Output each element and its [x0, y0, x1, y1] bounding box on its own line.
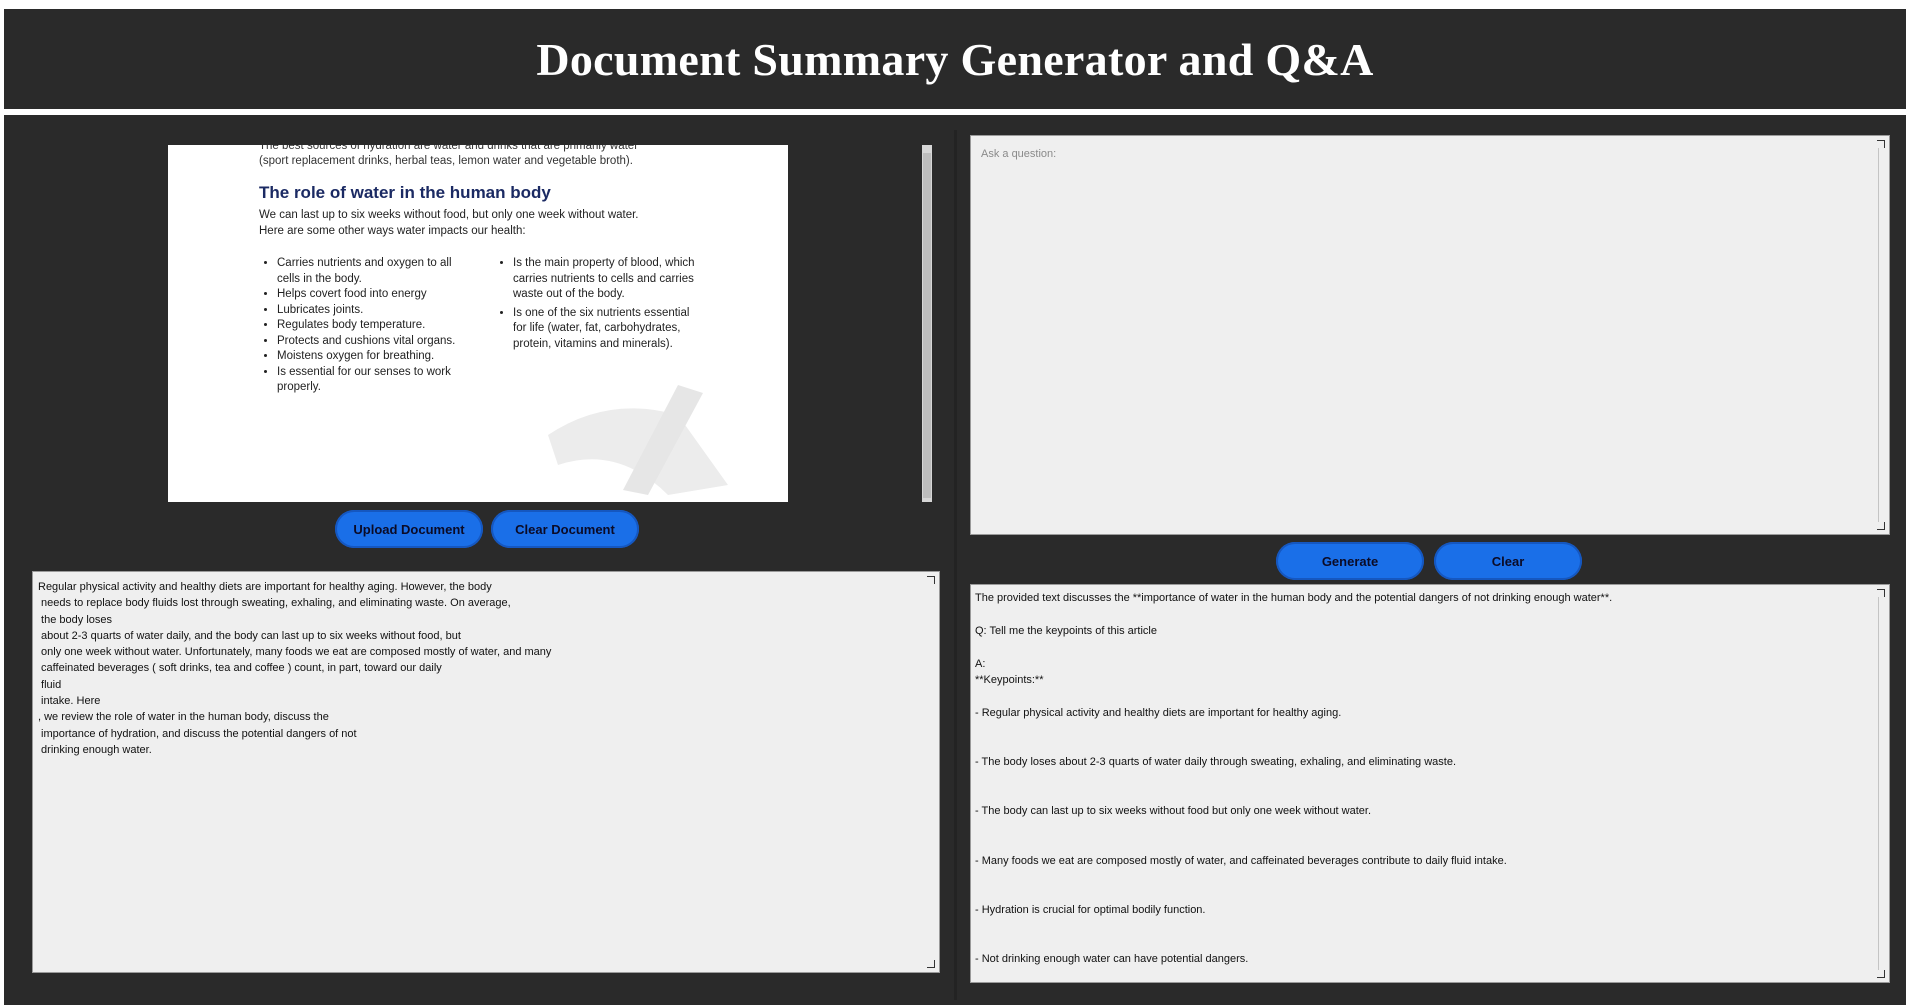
document-bullet-list-left: Carries nutrients and oxygen to all cell…: [259, 256, 467, 396]
bullet-item: Helps covert food into energy: [277, 287, 467, 303]
scroll-down-icon[interactable]: [927, 960, 935, 968]
document-cut-line: (sport replacement drinks, herbal teas, …: [259, 155, 633, 167]
document-viewer[interactable]: The best sources of hydration are water …: [168, 145, 788, 502]
clear-document-button[interactable]: Clear Document: [491, 510, 639, 548]
document-cut-line: The best sources of hydration are water …: [259, 145, 639, 152]
scroll-up-icon[interactable]: [1877, 140, 1885, 148]
bullet-item: Is one of the six nutrients essential fo…: [513, 306, 703, 353]
bullet-item: Protects and cushions vital organs.: [277, 334, 467, 350]
document-scrollbar[interactable]: [922, 145, 932, 502]
answer-output[interactable]: The provided text discusses the **import…: [970, 584, 1890, 983]
app-header: Document Summary Generator and Q&A: [4, 9, 1906, 109]
document-heading: The role of water in the human body: [259, 183, 551, 202]
app-title: Document Summary Generator and Q&A: [536, 33, 1374, 85]
scroll-up-icon[interactable]: [1877, 589, 1885, 597]
panel-divider: [954, 130, 957, 1000]
document-intro-line: We can last up to six weeks without food…: [259, 209, 639, 221]
clear-button[interactable]: Clear: [1434, 542, 1582, 580]
scroll-down-icon[interactable]: [1877, 970, 1885, 978]
document-intro-line: Here are some other ways water impacts o…: [259, 225, 526, 237]
scroll-down-icon[interactable]: [1877, 522, 1885, 530]
bullet-item: Regulates body temperature.: [277, 318, 467, 334]
question-scroll-track[interactable]: [1878, 148, 1879, 522]
bullet-item: Is essential for our senses to work prop…: [277, 365, 467, 396]
summary-text: Regular physical activity and healthy di…: [38, 581, 552, 756]
bullet-item: Lubricates joints.: [277, 303, 467, 319]
bullet-item: Carries nutrients and oxygen to all cell…: [277, 256, 467, 287]
watermark-graphic: [548, 385, 728, 495]
scroll-up-icon[interactable]: [927, 576, 935, 584]
answer-scroll-track[interactable]: [1878, 597, 1879, 970]
bullet-item: Is the main property of blood, which car…: [513, 256, 703, 303]
question-input[interactable]: [979, 146, 1863, 530]
upload-document-button[interactable]: Upload Document: [335, 510, 483, 548]
question-box[interactable]: [970, 135, 1890, 535]
document-intro: We can last up to six weeks without food…: [259, 207, 639, 239]
main-panel: The best sources of hydration are water …: [4, 115, 1906, 1005]
answer-text: The provided text discusses the **import…: [975, 592, 1613, 965]
document-cut-text: The best sources of hydration are water …: [259, 145, 638, 169]
summary-textbox[interactable]: Regular physical activity and healthy di…: [32, 571, 940, 973]
bullet-item: Moistens oxygen for breathing.: [277, 349, 467, 365]
scrollbar-thumb[interactable]: [923, 153, 931, 498]
generate-button[interactable]: Generate: [1276, 542, 1424, 580]
document-bullet-list-right: Is the main property of blood, which car…: [495, 256, 703, 352]
